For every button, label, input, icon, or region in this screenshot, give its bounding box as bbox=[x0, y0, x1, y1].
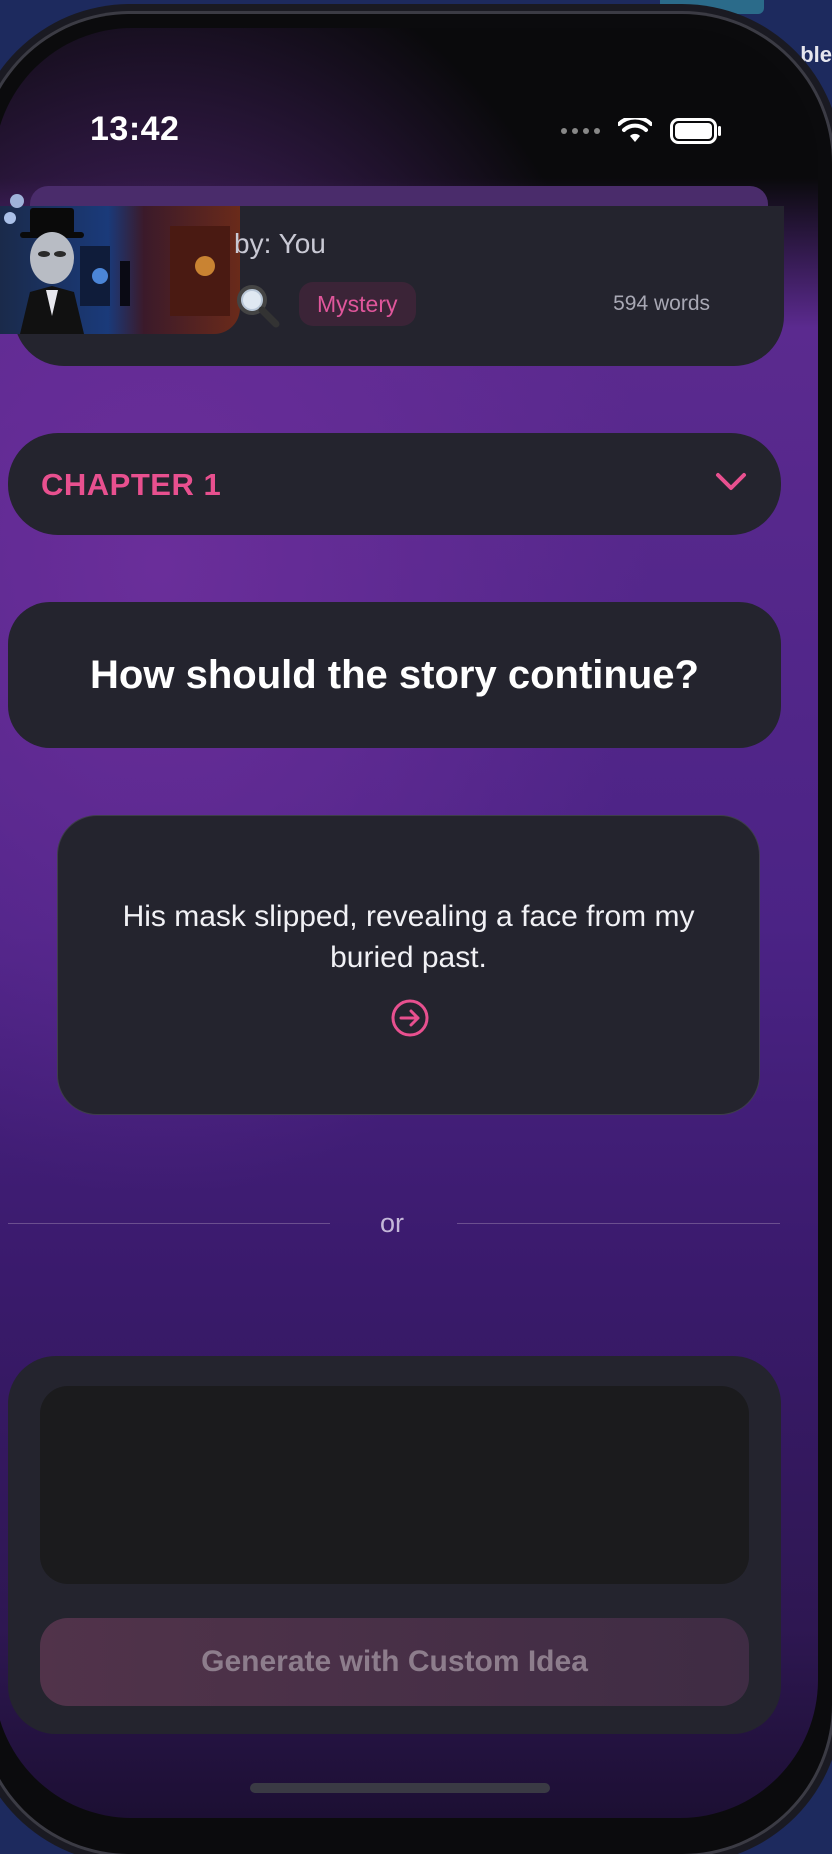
continue-prompt-text: How should the story continue? bbox=[90, 652, 699, 697]
wifi-icon bbox=[618, 118, 652, 142]
divider-line-right bbox=[457, 1223, 780, 1224]
custom-idea-input[interactable] bbox=[40, 1386, 749, 1584]
story-option-card[interactable]: His mask slipped, revealing a face from … bbox=[57, 815, 760, 1115]
story-byline: by: You bbox=[234, 228, 326, 259]
divider-line-left bbox=[8, 1223, 330, 1224]
story-option-text: His mask slipped, revealing a face from … bbox=[122, 900, 695, 974]
custom-idea-panel: Generate with Custom Idea bbox=[8, 1356, 781, 1734]
background-window-button bbox=[660, 0, 764, 14]
status-time: 13:42 bbox=[90, 110, 180, 148]
continue-prompt: How should the story continue? bbox=[8, 602, 781, 748]
chapter-selector[interactable]: CHAPTER 1 bbox=[8, 433, 781, 535]
phone-frame: 13:42 by: You Mystery 594 words CHAPTER … bbox=[0, 14, 832, 1854]
chevron-down-icon bbox=[716, 473, 746, 490]
word-count: 594 words bbox=[613, 292, 710, 315]
arrow-right-circle-icon[interactable] bbox=[390, 998, 430, 1038]
home-indicator[interactable] bbox=[250, 1783, 550, 1793]
divider-or-label: or bbox=[380, 1208, 405, 1238]
cellular-signal-icon bbox=[561, 128, 600, 134]
genre-chip[interactable]: Mystery bbox=[299, 282, 416, 326]
story-cover-image bbox=[0, 206, 240, 334]
chapter-label: CHAPTER 1 bbox=[41, 467, 222, 502]
status-icons bbox=[561, 118, 722, 144]
app-screen: 13:42 by: You Mystery 594 words CHAPTER … bbox=[0, 28, 818, 1818]
background-dot bbox=[10, 194, 24, 208]
generate-custom-button[interactable]: Generate with Custom Idea bbox=[40, 1618, 749, 1706]
battery-icon bbox=[670, 118, 721, 144]
magnifier-icon bbox=[237, 285, 280, 328]
background-window-label: ble bbox=[800, 42, 832, 67]
